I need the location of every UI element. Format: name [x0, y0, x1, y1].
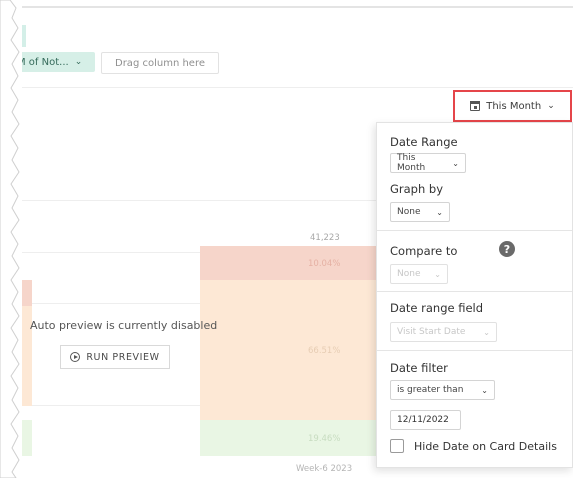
graph-by-select[interactable]: None ⌄: [390, 202, 450, 222]
week-axis-label: Week-6 2023: [296, 464, 353, 474]
date-field-placeholder: Visit Start Date: [397, 327, 466, 337]
chart-block-red: [200, 246, 376, 280]
run-preview-button[interactable]: RUN PREVIEW: [60, 345, 170, 369]
date-filter-input-value: 12/11/2022: [397, 415, 449, 425]
date-field-label: Date range field: [390, 301, 484, 315]
date-field-select[interactable]: Visit Start Date ⌄: [390, 322, 497, 342]
date-filter-section: Date filter is greater than ⌄ 12/11/2022…: [377, 350, 572, 469]
hide-date-label: Hide Date on Card Details: [414, 439, 557, 453]
graph-by-value: None: [397, 207, 421, 217]
chart-value-label: 41,223: [310, 233, 340, 243]
run-preview-label: RUN PREVIEW: [86, 351, 160, 363]
chevron-down-icon: ⌄: [483, 327, 490, 337]
chart-value-label: 19.46%: [308, 434, 341, 444]
chart-value-label: 10.04%: [308, 259, 341, 269]
drag-column-placeholder: Drag column here: [115, 57, 205, 69]
chevron-down-icon: ⌄: [436, 207, 443, 217]
column-chip[interactable]: M of Not... ⌄: [14, 52, 95, 72]
compare-section: Compare to ? None ⌄: [377, 230, 572, 291]
date-range-select[interactable]: This Month ⌄: [390, 153, 466, 173]
play-circle-icon: [70, 352, 81, 362]
compare-select[interactable]: None ⌄: [390, 264, 448, 284]
date-filter-value: is greater than: [397, 385, 464, 395]
date-filter-input[interactable]: 12/11/2022: [390, 410, 461, 430]
chart-block-green: [200, 420, 376, 456]
date-field-section: Date range field Visit Start Date ⌄: [377, 291, 572, 350]
hide-date-checkbox[interactable]: [390, 439, 404, 453]
chevron-down-icon: ⌄: [547, 101, 555, 111]
date-filter-select[interactable]: is greater than ⌄: [390, 380, 495, 400]
report-canvas: M of Not... ⌄ Drag column here 41,223 10…: [0, 0, 573, 478]
chevron-down-icon: ⌄: [434, 269, 441, 279]
compare-value: None: [397, 269, 421, 279]
chart-block-orange: [200, 280, 376, 420]
toolbar-divider: [14, 87, 573, 88]
torn-edge: [0, 0, 22, 478]
chevron-down-icon: ⌄: [452, 158, 459, 168]
column-chip-label: M of Not...: [17, 56, 69, 68]
help-icon[interactable]: ?: [499, 241, 515, 257]
period-selector-button[interactable]: This Month ⌄: [453, 90, 572, 122]
hide-date-option[interactable]: Hide Date on Card Details: [390, 439, 557, 453]
chevron-down-icon: ⌄: [481, 385, 488, 395]
preview-disabled-message: Auto preview is currently disabled: [30, 319, 218, 332]
graph-by-label: Graph by: [390, 182, 444, 196]
date-range-value: This Month: [397, 153, 426, 173]
period-selector-label: This Month: [486, 100, 542, 112]
calendar-icon: [470, 101, 481, 111]
date-settings-panel: Date Range This Month ⌄ Graph by None ⌄ …: [376, 122, 573, 468]
compare-label: Compare to: [390, 244, 458, 258]
chart-value-label: 66.51%: [308, 346, 341, 356]
date-filter-label: Date filter: [390, 361, 448, 375]
top-divider: [10, 6, 573, 8]
chevron-down-icon: ⌄: [74, 57, 83, 67]
drag-column-dropzone[interactable]: Drag column here: [101, 52, 219, 74]
date-range-label: Date Range: [390, 135, 458, 149]
